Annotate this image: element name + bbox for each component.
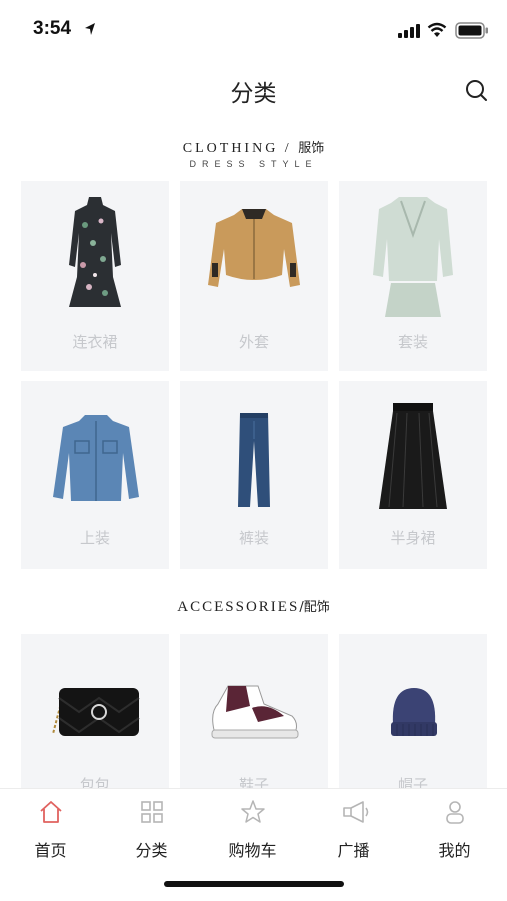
star-icon <box>241 800 265 823</box>
clothing-title-en: CLOTHING / <box>182 141 292 156</box>
battery-icon <box>455 22 488 39</box>
handbag-icon <box>52 688 140 736</box>
category-card-pants[interactable]: 裤装 <box>180 381 328 569</box>
accessories-section-heading: ACCESSORIES/配饰 <box>0 596 507 616</box>
tab-cart[interactable]: 购物车 <box>202 789 303 869</box>
location-arrow-icon <box>85 23 95 35</box>
clothing-title-cn: 服饰 <box>298 141 325 156</box>
category-label: 连衣裙 <box>72 333 118 351</box>
cellular-signal-icon <box>398 24 420 38</box>
category-label: 半身裙 <box>390 529 436 547</box>
category-card-bags[interactable]: 包包 <box>21 634 169 790</box>
wifi-icon <box>427 22 447 37</box>
page-title: 分类 <box>230 81 277 107</box>
tab-label: 购物车 <box>228 841 277 860</box>
accessories-title-en: ACCESSORIES <box>177 599 300 615</box>
category-card-hats[interactable]: 帽子 <box>339 634 487 790</box>
tab-label: 分类 <box>135 841 168 860</box>
tab-home[interactable]: 首页 <box>0 789 101 869</box>
home-icon <box>40 801 62 823</box>
search-icon <box>466 80 487 101</box>
category-card-tops[interactable]: 上装 <box>21 381 169 569</box>
floral-dress-icon <box>69 197 121 307</box>
category-card-jacket[interactable]: 外套 <box>180 181 328 371</box>
clothing-heading-title: CLOTHING / 服饰 <box>0 137 507 157</box>
search-button[interactable] <box>463 77 491 105</box>
jacket-icon <box>208 209 300 287</box>
user-icon <box>446 801 464 824</box>
home-indicator <box>164 881 344 887</box>
category-card-skirt[interactable]: 半身裙 <box>339 381 487 569</box>
category-label: 套装 <box>397 333 428 351</box>
tab-broadcast[interactable]: 广播 <box>303 789 404 869</box>
suit-set-icon <box>373 197 453 317</box>
tab-category[interactable]: 分类 <box>101 789 202 869</box>
category-card-suit[interactable]: 套装 <box>339 181 487 371</box>
category-label: 裤装 <box>238 529 269 547</box>
clothing-subtitle: DRESS STYLE <box>189 159 318 169</box>
tab-label: 我的 <box>438 841 471 860</box>
tab-profile[interactable]: 我的 <box>404 789 505 869</box>
tab-label: 首页 <box>34 841 67 860</box>
status-time: 3:54 <box>33 18 72 39</box>
tulle-skirt-icon <box>379 403 447 509</box>
category-label: 外套 <box>238 333 269 351</box>
status-bar: 3:54 <box>0 0 507 62</box>
megaphone-icon <box>343 801 369 823</box>
accessories-heading-title: ACCESSORIES/配饰 <box>0 596 507 616</box>
category-card-shoes[interactable]: 鞋子 <box>180 634 328 790</box>
tab-label: 广播 <box>337 841 370 860</box>
category-label: 上装 <box>79 529 110 547</box>
grid-icon <box>141 801 163 823</box>
denim-jacket-icon <box>53 415 139 501</box>
accessories-title-cn: /配饰 <box>299 600 330 615</box>
clothing-section-heading: CLOTHING / 服饰 DRESS STYLE <box>0 137 507 169</box>
category-card-dress[interactable]: 连衣裙 <box>21 181 169 371</box>
sneaker-icon <box>211 685 299 739</box>
beanie-icon <box>391 688 437 736</box>
jeans-icon <box>238 413 270 507</box>
